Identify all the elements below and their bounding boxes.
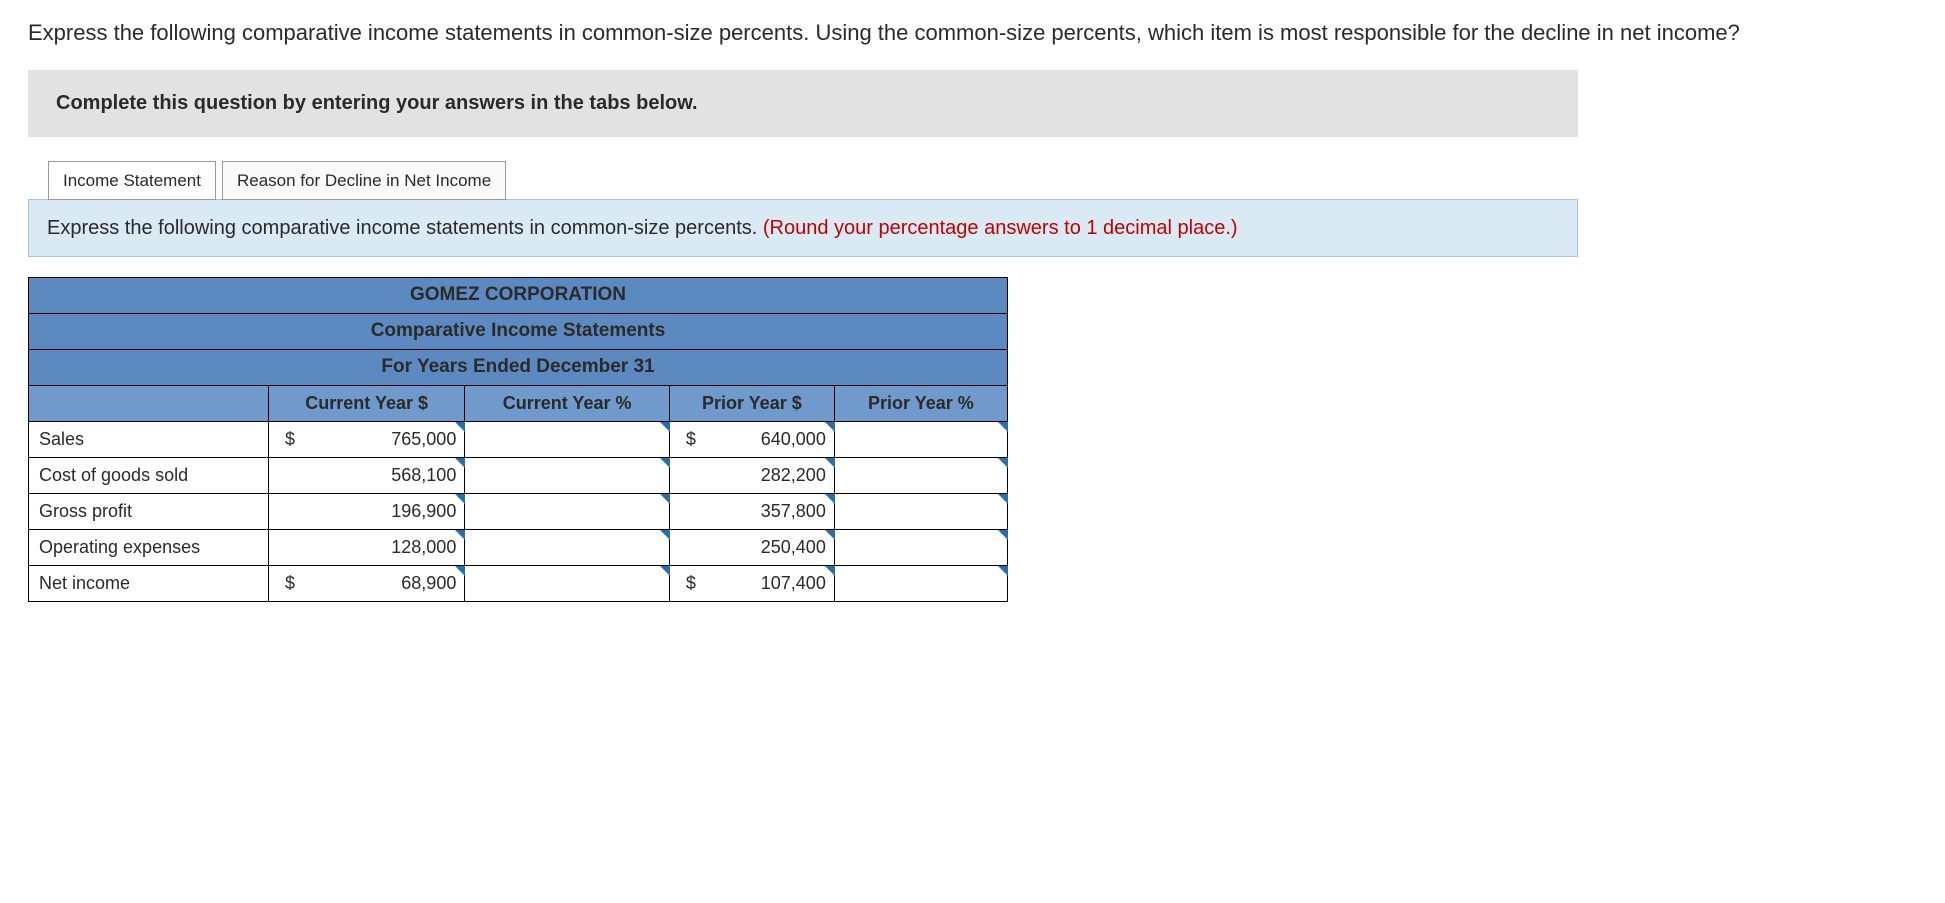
row-label: Sales xyxy=(29,421,269,457)
prior-year-percent-input[interactable] xyxy=(834,421,1007,457)
value: 765,000 xyxy=(391,429,456,449)
current-year-value: 568,100 xyxy=(269,457,465,493)
value: 357,800 xyxy=(761,501,826,521)
prior-year-value: 282,200 xyxy=(669,457,834,493)
prior-year-percent-input[interactable] xyxy=(834,529,1007,565)
sub-instruction-main: Express the following comparative income… xyxy=(47,217,763,239)
table-title-company: GOMEZ CORPORATION xyxy=(29,277,1008,313)
current-year-percent-input[interactable] xyxy=(465,421,670,457)
table-row: Operating expenses 128,000 250,400 xyxy=(29,529,1008,565)
dollar-sign: $ xyxy=(680,573,696,594)
income-statement-table: GOMEZ CORPORATION Comparative Income Sta… xyxy=(28,277,1008,602)
table-row: Net income $68,900 $107,400 xyxy=(29,565,1008,601)
row-label: Gross profit xyxy=(29,493,269,529)
prior-year-percent-input[interactable] xyxy=(834,493,1007,529)
current-year-value: 196,900 xyxy=(269,493,465,529)
value: 568,100 xyxy=(391,465,456,485)
question-text: Express the following comparative income… xyxy=(28,18,1917,48)
value: 196,900 xyxy=(391,501,456,521)
row-label: Cost of goods sold xyxy=(29,457,269,493)
prior-year-value: 357,800 xyxy=(669,493,834,529)
current-year-percent-input[interactable] xyxy=(465,493,670,529)
sub-instruction: Express the following comparative income… xyxy=(28,199,1578,257)
sub-instruction-hint: (Round your percentage answers to 1 deci… xyxy=(763,217,1238,239)
col-current-year-percent: Current Year % xyxy=(465,385,670,421)
dollar-sign: $ xyxy=(279,573,295,594)
prior-year-value: 250,400 xyxy=(669,529,834,565)
prior-year-percent-input[interactable] xyxy=(834,565,1007,601)
value: 640,000 xyxy=(761,429,826,449)
col-blank xyxy=(29,385,269,421)
dollar-sign: $ xyxy=(680,429,696,450)
col-prior-year-dollar: Prior Year $ xyxy=(669,385,834,421)
value: 250,400 xyxy=(761,537,826,557)
table-row: Gross profit 196,900 357,800 xyxy=(29,493,1008,529)
tab-income-statement[interactable]: Income Statement xyxy=(48,161,216,200)
table-title-statement: Comparative Income Statements xyxy=(29,313,1008,349)
col-current-year-dollar: Current Year $ xyxy=(269,385,465,421)
current-year-percent-input[interactable] xyxy=(465,457,670,493)
current-year-value: 128,000 xyxy=(269,529,465,565)
table-row: Sales $765,000 $640,000 xyxy=(29,421,1008,457)
row-label: Net income xyxy=(29,565,269,601)
dollar-sign: $ xyxy=(279,429,295,450)
value: 68,900 xyxy=(401,573,456,593)
current-year-value: $68,900 xyxy=(269,565,465,601)
col-prior-year-percent: Prior Year % xyxy=(834,385,1007,421)
value: 128,000 xyxy=(391,537,456,557)
table-title-period: For Years Ended December 31 xyxy=(29,349,1008,385)
value: 282,200 xyxy=(761,465,826,485)
current-year-percent-input[interactable] xyxy=(465,565,670,601)
tabs-container: Income Statement Reason for Decline in N… xyxy=(48,161,1917,200)
row-label: Operating expenses xyxy=(29,529,269,565)
current-year-value: $765,000 xyxy=(269,421,465,457)
prior-year-value: $640,000 xyxy=(669,421,834,457)
instruction-banner: Complete this question by entering your … xyxy=(28,70,1578,137)
table-row: Cost of goods sold 568,100 282,200 xyxy=(29,457,1008,493)
current-year-percent-input[interactable] xyxy=(465,529,670,565)
prior-year-percent-input[interactable] xyxy=(834,457,1007,493)
value: 107,400 xyxy=(761,573,826,593)
tab-reason-decline[interactable]: Reason for Decline in Net Income xyxy=(222,161,506,200)
prior-year-value: $107,400 xyxy=(669,565,834,601)
